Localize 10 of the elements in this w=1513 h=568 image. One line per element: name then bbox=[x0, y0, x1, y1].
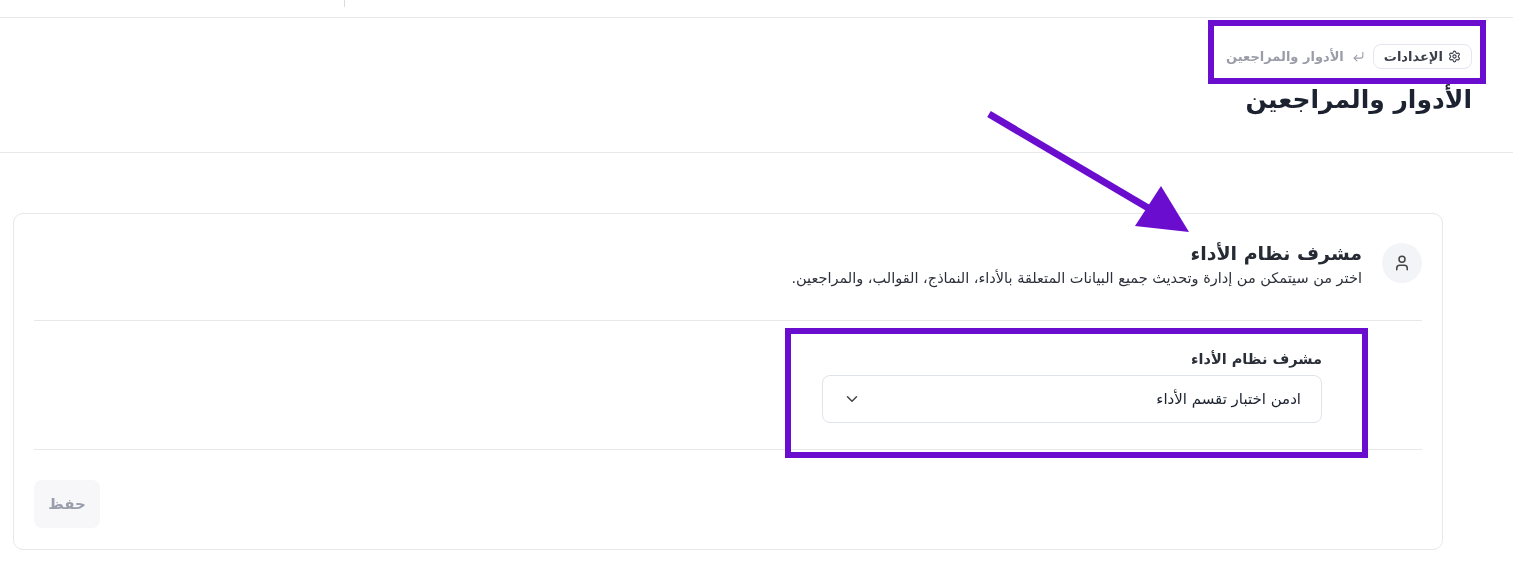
page-title: الأدوار والمراجعين bbox=[1245, 85, 1472, 114]
breadcrumb-current: الأدوار والمراجعين bbox=[1226, 49, 1344, 64]
field-label: مشرف نظام الأداء bbox=[1190, 351, 1322, 367]
card-title: مشرف نظام الأداء bbox=[1189, 242, 1362, 264]
user-icon bbox=[1382, 243, 1422, 283]
admin-select[interactable]: ادمن اختبار تقسم الأداء bbox=[822, 375, 1322, 423]
card-description: اختر من سيتمكن من إدارة وتحديث جميع البيانات المتعلقة بالأداء، النماذج، القوالب، والمراجعين. bbox=[791, 270, 1362, 286]
breadcrumb-link[interactable]: الإعدادات bbox=[1372, 44, 1472, 69]
settings-icon bbox=[1448, 50, 1461, 63]
return-arrow-icon bbox=[1351, 50, 1365, 63]
